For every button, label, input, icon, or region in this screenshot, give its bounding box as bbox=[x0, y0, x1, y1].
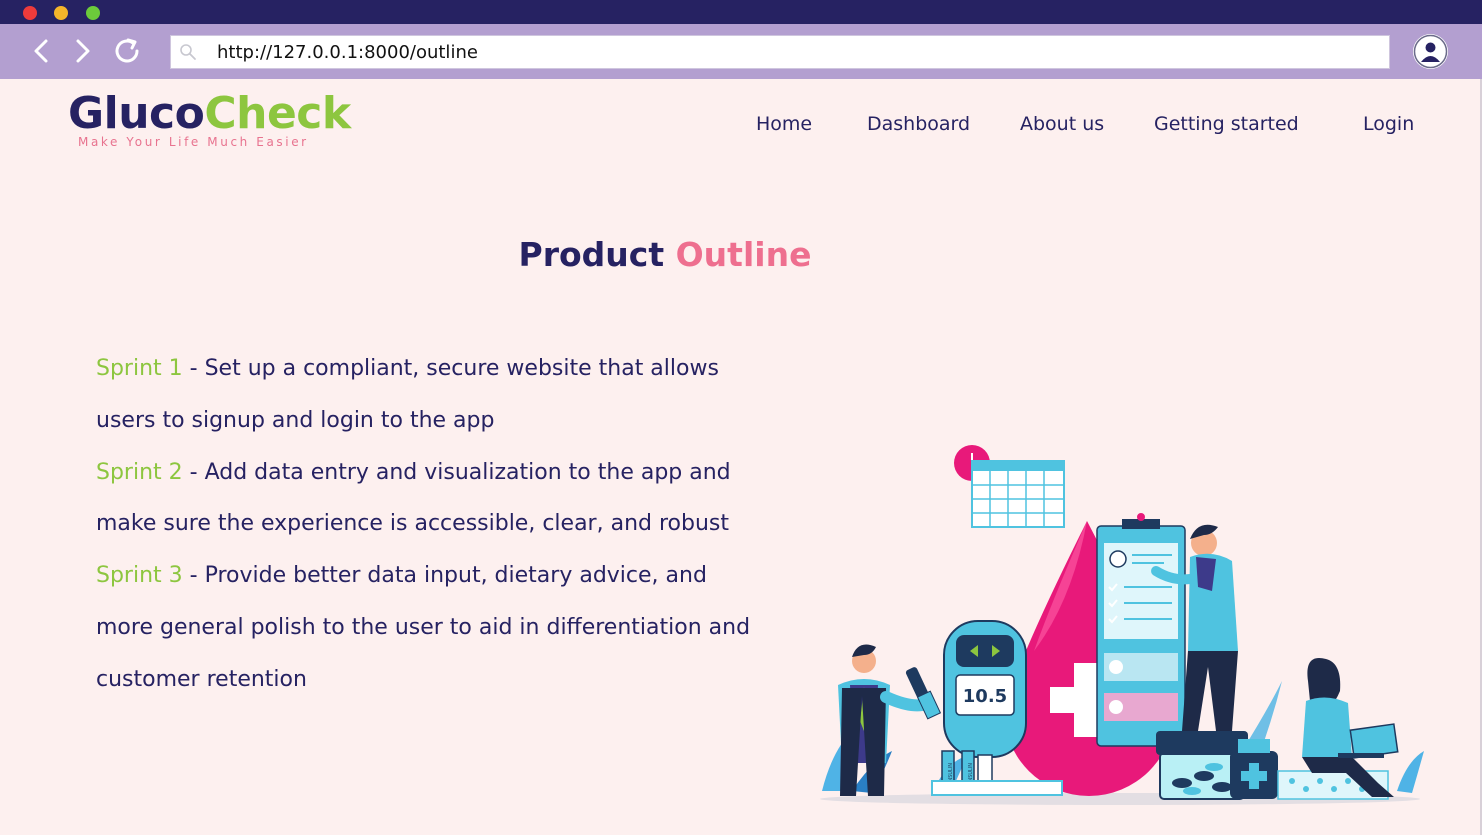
glucocheck-logo[interactable]: GlucoCheck Make Your Life Much Easier bbox=[68, 89, 351, 150]
page-title: Product Outline bbox=[0, 235, 1330, 274]
sprint-label: Sprint 3 bbox=[96, 563, 183, 589]
sprint-label: Sprint 2 bbox=[96, 459, 183, 485]
browser-toolbar bbox=[0, 24, 1482, 79]
nav-login-link[interactable]: Login bbox=[1363, 113, 1414, 135]
logo-part-check: Check bbox=[204, 88, 351, 139]
nav-about-link[interactable]: About us bbox=[1020, 113, 1104, 135]
chevron-right-icon bbox=[76, 39, 90, 63]
nav-dashboard-link[interactable]: Dashboard bbox=[867, 113, 970, 135]
title-part-outline: Outline bbox=[675, 235, 812, 274]
minimize-window-button[interactable] bbox=[54, 6, 68, 20]
reload-button[interactable] bbox=[110, 34, 144, 68]
search-icon bbox=[180, 44, 196, 60]
glucometer-reading: 10.5 bbox=[963, 686, 1007, 707]
page-body: GlucoCheck Make Your Life Much Easier Ho… bbox=[0, 79, 1482, 835]
chevron-left-icon bbox=[34, 39, 48, 63]
sprint-item: Sprint 3 - Provide better data input, di… bbox=[96, 550, 756, 705]
address-bar[interactable] bbox=[170, 35, 1390, 69]
url-input[interactable] bbox=[217, 36, 1377, 68]
title-part-product: Product bbox=[518, 235, 665, 274]
nav-home-link[interactable]: Home bbox=[756, 113, 812, 135]
sprint-item: Sprint 1 - Set up a compliant, secure we… bbox=[96, 343, 756, 447]
forward-button[interactable] bbox=[65, 34, 99, 68]
sprint-list: Sprint 1 - Set up a compliant, secure we… bbox=[96, 343, 756, 706]
profile-button[interactable] bbox=[1413, 34, 1448, 69]
close-window-button[interactable] bbox=[23, 6, 37, 20]
maximize-window-button[interactable] bbox=[86, 6, 100, 20]
logo-wordmark: GlucoCheck bbox=[68, 89, 351, 139]
sprint-text: - Provide better data input, dietary adv… bbox=[96, 563, 751, 692]
sprint-item: Sprint 2 - Add data entry and visualizat… bbox=[96, 447, 756, 551]
reload-icon bbox=[115, 38, 139, 63]
nav-getting-started-link[interactable]: Getting started bbox=[1154, 113, 1299, 135]
logo-part-gluco: Gluco bbox=[68, 88, 205, 139]
sprint-text: - Add data entry and visualization to th… bbox=[96, 459, 731, 537]
diabetes-care-illustration: 10.5 INSULIN INSULIN bbox=[820, 445, 1424, 805]
insulin-vial-label: INSULIN bbox=[948, 763, 954, 783]
sprint-label: Sprint 1 bbox=[96, 356, 183, 381]
sprint-text: - Set up a compliant, secure website tha… bbox=[96, 356, 719, 433]
back-button[interactable] bbox=[25, 34, 59, 68]
window-titlebar bbox=[0, 0, 1482, 24]
user-avatar-icon bbox=[1413, 34, 1448, 69]
insulin-vial-label: INSULIN bbox=[968, 763, 974, 783]
